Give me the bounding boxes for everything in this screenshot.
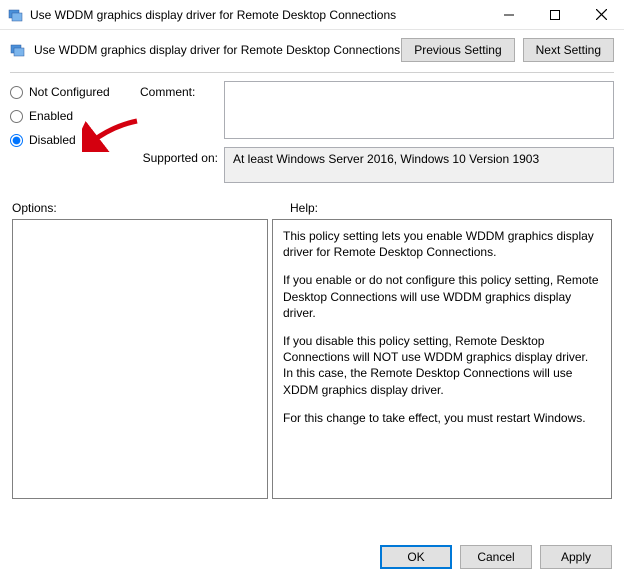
radio-not-configured-input[interactable]: [10, 86, 23, 99]
policy-icon: [8, 7, 24, 23]
titlebar: Use WDDM graphics display driver for Rem…: [0, 0, 624, 30]
next-setting-button[interactable]: Next Setting: [523, 38, 614, 62]
panels-row: This policy setting lets you enable WDDM…: [0, 219, 624, 499]
right-column: Comment: Supported on: At least Windows …: [140, 81, 614, 191]
radio-not-configured-label: Not Configured: [29, 85, 110, 99]
comment-row: Comment:: [140, 81, 614, 139]
minimize-button[interactable]: [486, 0, 532, 29]
cancel-button[interactable]: Cancel: [460, 545, 532, 569]
config-area: Not Configured Enabled Disabled Comment:…: [0, 81, 624, 191]
policy-header-icon: [10, 42, 26, 58]
help-panel: This policy setting lets you enable WDDM…: [272, 219, 612, 499]
policy-name: Use WDDM graphics display driver for Rem…: [34, 43, 401, 57]
radio-column: Not Configured Enabled Disabled: [10, 81, 140, 191]
supported-row: Supported on: At least Windows Server 20…: [140, 147, 614, 183]
header-row: Use WDDM graphics display driver for Rem…: [0, 30, 624, 68]
window-controls: [486, 0, 624, 29]
comment-input[interactable]: [224, 81, 614, 139]
close-button[interactable]: [578, 0, 624, 29]
radio-enabled[interactable]: Enabled: [10, 109, 140, 123]
radio-enabled-input[interactable]: [10, 110, 23, 123]
radio-not-configured[interactable]: Not Configured: [10, 85, 140, 99]
radio-disabled[interactable]: Disabled: [10, 133, 140, 147]
previous-setting-button[interactable]: Previous Setting: [401, 38, 514, 62]
options-panel: [12, 219, 268, 499]
divider: [10, 72, 614, 73]
help-text-4: For this change to take effect, you must…: [283, 410, 601, 426]
help-label: Help:: [290, 201, 318, 215]
footer-buttons: OK Cancel Apply: [380, 545, 612, 569]
window-title: Use WDDM graphics display driver for Rem…: [30, 8, 486, 22]
help-text-1: This policy setting lets you enable WDDM…: [283, 228, 601, 260]
comment-label: Comment:: [140, 81, 224, 139]
help-text-3: If you disable this policy setting, Remo…: [283, 333, 601, 398]
radio-enabled-label: Enabled: [29, 109, 73, 123]
radio-disabled-input[interactable]: [10, 134, 23, 147]
radio-disabled-label: Disabled: [29, 133, 76, 147]
supported-label: Supported on:: [140, 147, 224, 183]
options-label: Options:: [12, 201, 272, 215]
panel-labels: Options: Help:: [0, 191, 624, 219]
maximize-button[interactable]: [532, 0, 578, 29]
supported-display: At least Windows Server 2016, Windows 10…: [224, 147, 614, 183]
ok-button[interactable]: OK: [380, 545, 452, 569]
apply-button[interactable]: Apply: [540, 545, 612, 569]
nav-buttons: Previous Setting Next Setting: [401, 38, 614, 62]
help-text-2: If you enable or do not configure this p…: [283, 272, 601, 321]
